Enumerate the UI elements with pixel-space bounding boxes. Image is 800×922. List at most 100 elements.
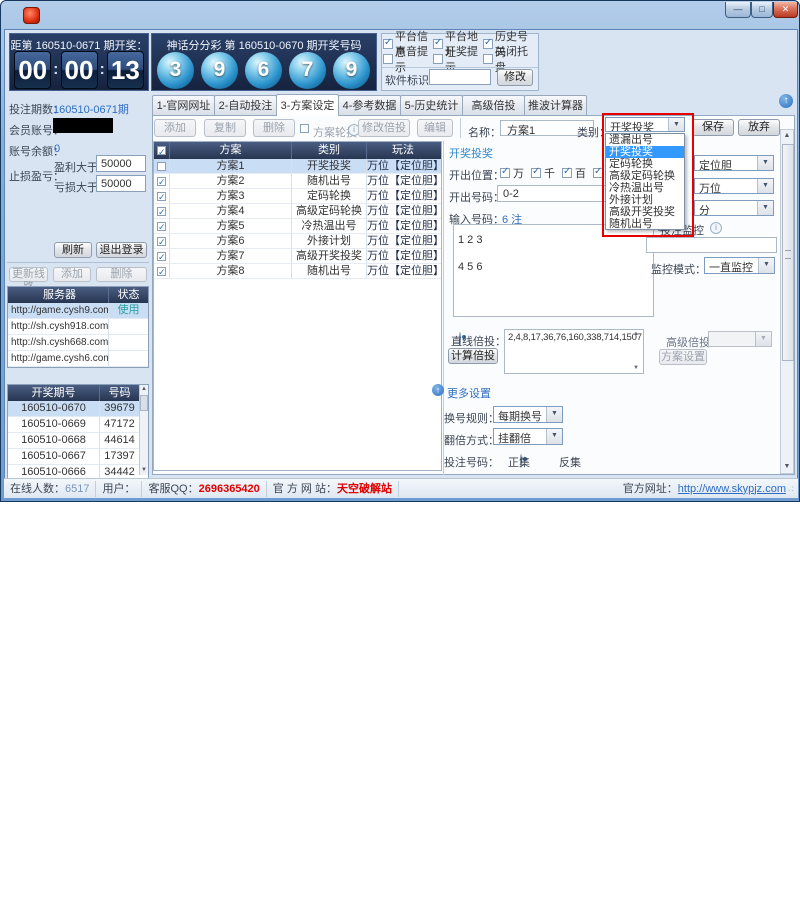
server-row[interactable]: http://sh.cysh918.com	[8, 319, 148, 335]
play-type-dropdown[interactable]: 定位胆▼	[694, 155, 774, 171]
plan-row-checkbox[interactable]	[157, 177, 166, 186]
collapse-panel-icon[interactable]: ↑	[779, 94, 793, 108]
scroll-up-icon[interactable]: ▲	[633, 331, 639, 337]
loss-input[interactable]: 50000	[96, 175, 146, 192]
monitor-mode-dropdown[interactable]: 一直监控▼	[704, 257, 775, 274]
position-checkbox-item[interactable]: 万	[500, 166, 524, 180]
plan-row-checkbox[interactable]	[157, 207, 166, 216]
tab[interactable]: 1-官网网址	[152, 95, 215, 115]
plan-settings-button[interactable]: 方案设置	[659, 349, 707, 365]
checkbox[interactable]	[483, 39, 493, 49]
plan-row-checkbox[interactable]	[157, 252, 166, 261]
position-checkbox-item[interactable]: 千	[531, 166, 555, 180]
history-row[interactable]: 160510-0670 39679	[8, 401, 148, 417]
plan-row-checkbox[interactable]	[157, 222, 166, 231]
scroll-down-icon[interactable]: ▼	[633, 365, 639, 371]
close-button[interactable]: ✕	[773, 2, 798, 18]
software-id-input[interactable]	[429, 69, 491, 85]
chevron-down-icon: ▼	[757, 201, 773, 215]
checkbox[interactable]	[383, 39, 393, 49]
unit-mode-dropdown[interactable]: 分▼	[694, 200, 774, 216]
server-row[interactable]: http://game.cysh6.com:5...	[8, 351, 148, 367]
plan-row[interactable]: 方案5 冷热温出号 万位【定位胆】	[154, 219, 441, 234]
scrollbar-thumb[interactable]	[782, 144, 794, 361]
history-row[interactable]: 160510-0669 47172	[8, 417, 148, 433]
checkbox[interactable]	[383, 54, 393, 64]
change-rule-dropdown[interactable]: 每期换号▼	[493, 406, 563, 423]
plan-edit-button[interactable]: 编辑	[417, 119, 453, 137]
plan-delete-button[interactable]: 删除	[253, 119, 295, 137]
tab[interactable]: 3-方案设定	[276, 94, 339, 116]
scroll-up-icon[interactable]: ▲	[140, 385, 148, 394]
server-row[interactable]: http://game.cysh9.com 使用	[8, 303, 148, 319]
option-checkbox-item[interactable]: 关闭托盘	[483, 51, 533, 66]
logout-button[interactable]: 退出登录	[96, 242, 147, 258]
checkbox[interactable]	[531, 168, 541, 178]
plan-row-checkbox[interactable]	[157, 267, 166, 276]
delete-line-button[interactable]: 删除	[96, 267, 147, 282]
save-button[interactable]: 保存	[692, 119, 734, 136]
modify-button[interactable]: 修改	[497, 69, 533, 86]
plan-row-checkbox[interactable]	[157, 192, 166, 201]
tab[interactable]: 4-参考数据	[338, 95, 401, 115]
checkbox-label: 万	[513, 165, 524, 181]
double-mode-dropdown[interactable]: 挂翻倍▼	[493, 428, 563, 445]
scroll-up-icon[interactable]: ▲	[781, 130, 793, 142]
modify-bet-button[interactable]: 修改倍投	[358, 119, 410, 137]
more-settings-icon[interactable]: ↑	[432, 384, 444, 396]
update-line-button[interactable]: 更新线路	[9, 267, 48, 282]
bet-period-value: 160510-0671期	[53, 101, 129, 117]
select-all-checkbox[interactable]	[157, 146, 166, 155]
checkbox[interactable]	[483, 54, 493, 64]
profit-input[interactable]: 50000	[96, 155, 146, 172]
history-row[interactable]: 160510-0667 17397	[8, 449, 148, 465]
plan-row-checkbox[interactable]	[157, 162, 166, 171]
position-dropdown[interactable]: 万位▼	[694, 178, 774, 194]
official-url-link[interactable]: http://www.skypjz.com	[678, 483, 786, 495]
plan-rotate-checkbox[interactable]	[300, 124, 309, 133]
checkbox[interactable]	[433, 54, 443, 64]
scrollbar-thumb[interactable]	[140, 395, 148, 411]
checkbox[interactable]	[433, 39, 443, 49]
discard-button[interactable]: 放弃	[738, 119, 780, 136]
server-row[interactable]: http://sh.cysh668.com	[8, 335, 148, 351]
more-settings-link[interactable]: 更多设置	[447, 385, 491, 401]
numbers-textarea[interactable]: 1 2 3 4 5 6	[453, 224, 654, 317]
settings-scrollbar[interactable]: ▲ ▼	[780, 129, 794, 474]
history-scrollbar[interactable]: ▲ ▼	[139, 385, 148, 475]
plan-row[interactable]: 方案4 高级定码轮换 万位【定位胆】	[154, 204, 441, 219]
scroll-down-icon[interactable]: ▼	[140, 466, 148, 475]
monitor-input[interactable]	[646, 237, 777, 253]
tab[interactable]: 2-自动投注	[214, 95, 277, 115]
option-checkbox-item[interactable]: 声音提示	[383, 51, 433, 66]
red-highlight-box	[602, 113, 694, 237]
plan-row[interactable]: 方案3 定码轮换 万位【定位胆】	[154, 189, 441, 204]
plan-copy-button[interactable]: 复制	[204, 119, 246, 137]
draw-number-label: 开出号码：	[449, 189, 504, 205]
add-line-button[interactable]: 添加	[53, 267, 91, 282]
calculate-multiplier-button[interactable]: 计算倍投	[448, 348, 498, 364]
refresh-button[interactable]: 刷新	[54, 242, 92, 258]
linear-multiplier-input[interactable]: 2,4,8,17,36,76,160,338,714,1507	[504, 329, 644, 374]
maximize-button[interactable]: □	[751, 2, 773, 18]
advanced-multiplier-dropdown[interactable]: ▼	[708, 331, 772, 347]
position-checkbox-item[interactable]: 百	[562, 166, 586, 180]
tab[interactable]: 高级倍投	[462, 95, 525, 115]
resize-grip-icon[interactable]: .:	[788, 484, 798, 493]
plan-row-checkbox[interactable]	[157, 237, 166, 246]
plan-add-button[interactable]: 添加	[154, 119, 196, 137]
plan-row[interactable]: 方案6 外接计划 万位【定位胆】	[154, 234, 441, 249]
tab[interactable]: 推波计算器	[524, 95, 587, 115]
scroll-down-icon[interactable]: ▼	[781, 461, 793, 473]
history-row[interactable]: 160510-0668 44614	[8, 433, 148, 449]
plan-row[interactable]: 方案2 随机出号 万位【定位胆】	[154, 174, 441, 189]
checkbox[interactable]	[500, 168, 510, 178]
tab[interactable]: 5-历史统计	[400, 95, 463, 115]
checkbox[interactable]	[562, 168, 572, 178]
minimize-button[interactable]: —	[725, 2, 751, 18]
option-checkbox-item[interactable]: 开奖提示	[433, 51, 483, 66]
checkbox-label: 百	[575, 165, 586, 181]
plan-row[interactable]: 方案1 开奖投奖 万位【定位胆】	[154, 159, 441, 174]
plan-row[interactable]: 方案8 随机出号 万位【定位胆】	[154, 264, 441, 279]
plan-row[interactable]: 方案7 高级开奖投奖 万位【定位胆】	[154, 249, 441, 264]
